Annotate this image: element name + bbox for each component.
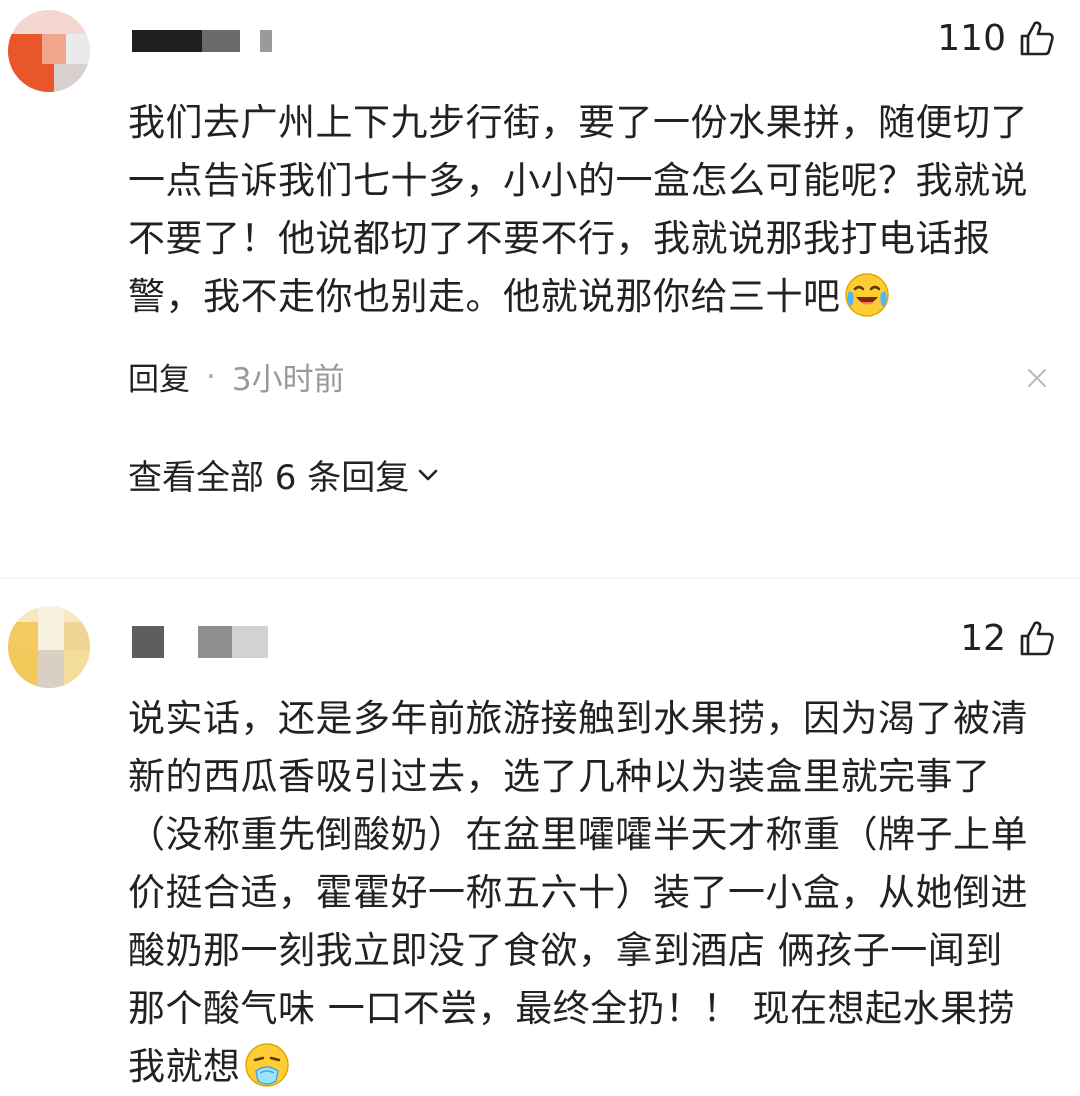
comment-line: 那个酸气味 一口不尝，最终全扔！！ 现在想起水果捞 xyxy=(128,987,1016,1030)
view-replies-label: 查看全部 6 条回复 xyxy=(128,458,410,498)
comment-line: （没称重先倒酸奶）在盆里嚯嚯半天才称重（牌子上单 xyxy=(128,813,1028,856)
chevron-down-icon xyxy=(418,469,438,480)
like-count[interactable]: 12 xyxy=(960,618,1056,659)
thumbs-up-icon[interactable] xyxy=(1016,19,1056,59)
comment-line: 酸奶那一刻我立即没了食欲，拿到酒店 俩孩子一闻到 xyxy=(128,929,1003,972)
username-blurred[interactable] xyxy=(132,30,272,52)
timestamp: 3小时前 xyxy=(231,362,345,398)
reply-button[interactable]: 回复 xyxy=(128,354,190,399)
comment-line: 一点告诉我们七十多，小小的一盒怎么可能呢？我就说 xyxy=(128,159,1028,202)
comment-meta: 回复 · 3小时前 xyxy=(128,354,345,399)
comment-line: 警，我不走你也别走。他就说那你给三十吧 xyxy=(128,275,841,318)
nauseated-emoji-icon xyxy=(244,1043,289,1087)
thumbs-up-icon[interactable] xyxy=(1016,619,1056,659)
like-count-value: 110 xyxy=(937,18,1006,59)
comment-1: 110 我们去广州上下九步行街，要了一份水果拼，随便切了 一点告诉我们七十多，小… xyxy=(0,0,1080,520)
crying-laughing-emoji-icon xyxy=(844,273,889,317)
comment-line: 新的西瓜香吸引过去，选了几种以为装盒里就完事了 xyxy=(128,755,991,798)
username-blurred[interactable] xyxy=(132,626,268,658)
like-count[interactable]: 110 xyxy=(937,18,1056,59)
comment-text: 说实话，还是多年前旅游接触到水果捞，因为渴了被清 新的西瓜香吸引过去，选了几种以… xyxy=(128,690,1058,1096)
comment-line: 说实话，还是多年前旅游接触到水果捞，因为渴了被清 xyxy=(128,697,1028,740)
like-count-value: 12 xyxy=(960,618,1006,659)
comment-line: 我就想 xyxy=(128,1045,241,1088)
comment-2: 12 说实话，还是多年前旅游接触到水果捞，因为渴了被清 新的西瓜香吸引过去，选了… xyxy=(0,600,1080,1088)
view-all-replies-button[interactable]: 查看全部 6 条回复 xyxy=(128,450,441,499)
comment-line: 价挺合适，霍霍好一称五六十）装了一小盒，从她倒进 xyxy=(128,871,1028,914)
close-icon[interactable] xyxy=(1026,367,1048,389)
avatar[interactable] xyxy=(8,606,90,688)
comment-line: 不要了！他说都切了不要不行，我就说那我打电话报 xyxy=(128,217,991,260)
avatar[interactable] xyxy=(8,10,90,92)
comment-text: 我们去广州上下九步行街，要了一份水果拼，随便切了 一点告诉我们七十多，小小的一盒… xyxy=(128,94,1058,326)
comment-separator xyxy=(0,578,1080,579)
meta-dot: · xyxy=(206,358,216,395)
comment-line: 我们去广州上下九步行街，要了一份水果拼，随便切了 xyxy=(128,101,1028,144)
